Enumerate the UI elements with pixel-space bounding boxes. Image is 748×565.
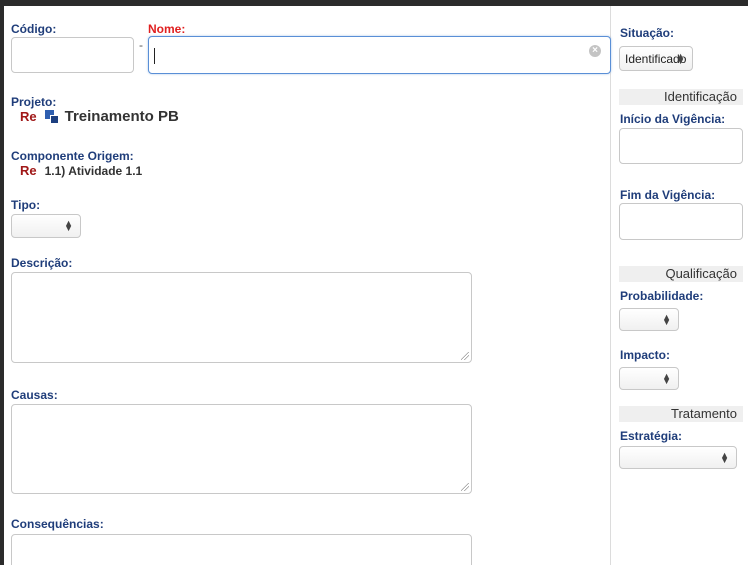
causas-label: Causas: bbox=[11, 388, 58, 402]
consequencias-textarea[interactable] bbox=[11, 534, 472, 565]
situacao-label: Situação: bbox=[620, 26, 675, 40]
updown-icon: ▲ ▼ bbox=[662, 311, 671, 327]
descricao-textarea[interactable] bbox=[11, 272, 472, 363]
codigo-label: Código: bbox=[11, 22, 57, 36]
projeto-re-badge: Re bbox=[20, 109, 37, 124]
estrategia-label: Estratégia: bbox=[620, 429, 683, 443]
projeto-label: Projeto: bbox=[11, 95, 57, 109]
nome-input[interactable]: × bbox=[148, 36, 611, 74]
probabilidade-select[interactable]: ▲ ▼ bbox=[619, 308, 679, 331]
descricao-label: Descrição: bbox=[11, 256, 73, 270]
window-top-border bbox=[0, 0, 748, 6]
tipo-select[interactable]: ▲ ▼ bbox=[11, 214, 81, 238]
impacto-select[interactable]: ▲ ▼ bbox=[619, 367, 679, 390]
componente-origem-value: Re 1.1) Atividade 1.1 bbox=[20, 163, 142, 178]
consequencias-label: Consequências: bbox=[11, 517, 104, 531]
causas-textarea[interactable] bbox=[11, 404, 472, 494]
componente-origem-label: Componente Origem: bbox=[11, 149, 134, 163]
codigo-nome-separator: - bbox=[139, 38, 143, 52]
resize-grip-icon[interactable] bbox=[461, 483, 469, 491]
inicio-vigencia-label: Início da Vigência: bbox=[620, 112, 726, 126]
text-caret bbox=[154, 48, 155, 64]
componente-name[interactable]: 1.1) Atividade 1.1 bbox=[45, 164, 143, 178]
estrategia-select[interactable]: ▲ ▼ bbox=[619, 446, 737, 469]
fim-vigencia-input[interactable] bbox=[619, 203, 743, 240]
tratamento-section-header: Tratamento bbox=[619, 406, 743, 422]
componente-re-badge: Re bbox=[20, 163, 37, 178]
situacao-select[interactable]: Identificado ▲ ▼ bbox=[619, 46, 693, 71]
projeto-name[interactable]: Treinamento PB bbox=[65, 108, 179, 125]
updown-icon: ▲ ▼ bbox=[720, 449, 729, 465]
sidebar-divider bbox=[610, 6, 611, 565]
qualificacao-section-header: Qualificação bbox=[619, 266, 743, 282]
identificacao-section-header: Identificação bbox=[619, 89, 743, 105]
inicio-vigencia-input[interactable] bbox=[619, 128, 743, 164]
impacto-label: Impacto: bbox=[620, 348, 671, 362]
updown-icon: ▲ ▼ bbox=[64, 218, 73, 233]
tipo-label: Tipo: bbox=[11, 198, 41, 212]
nome-label: Nome: bbox=[148, 22, 186, 36]
projeto-value: Re Treinamento PB bbox=[20, 108, 179, 125]
project-icon bbox=[44, 109, 59, 124]
codigo-input[interactable] bbox=[11, 37, 134, 73]
updown-icon: ▲ ▼ bbox=[676, 50, 685, 66]
fim-vigencia-label: Fim da Vigência: bbox=[620, 188, 716, 202]
window-left-border bbox=[0, 0, 4, 565]
updown-icon: ▲ ▼ bbox=[662, 370, 671, 386]
clear-icon[interactable]: × bbox=[589, 45, 601, 57]
resize-grip-icon[interactable] bbox=[461, 352, 469, 360]
probabilidade-label: Probabilidade: bbox=[620, 289, 704, 303]
